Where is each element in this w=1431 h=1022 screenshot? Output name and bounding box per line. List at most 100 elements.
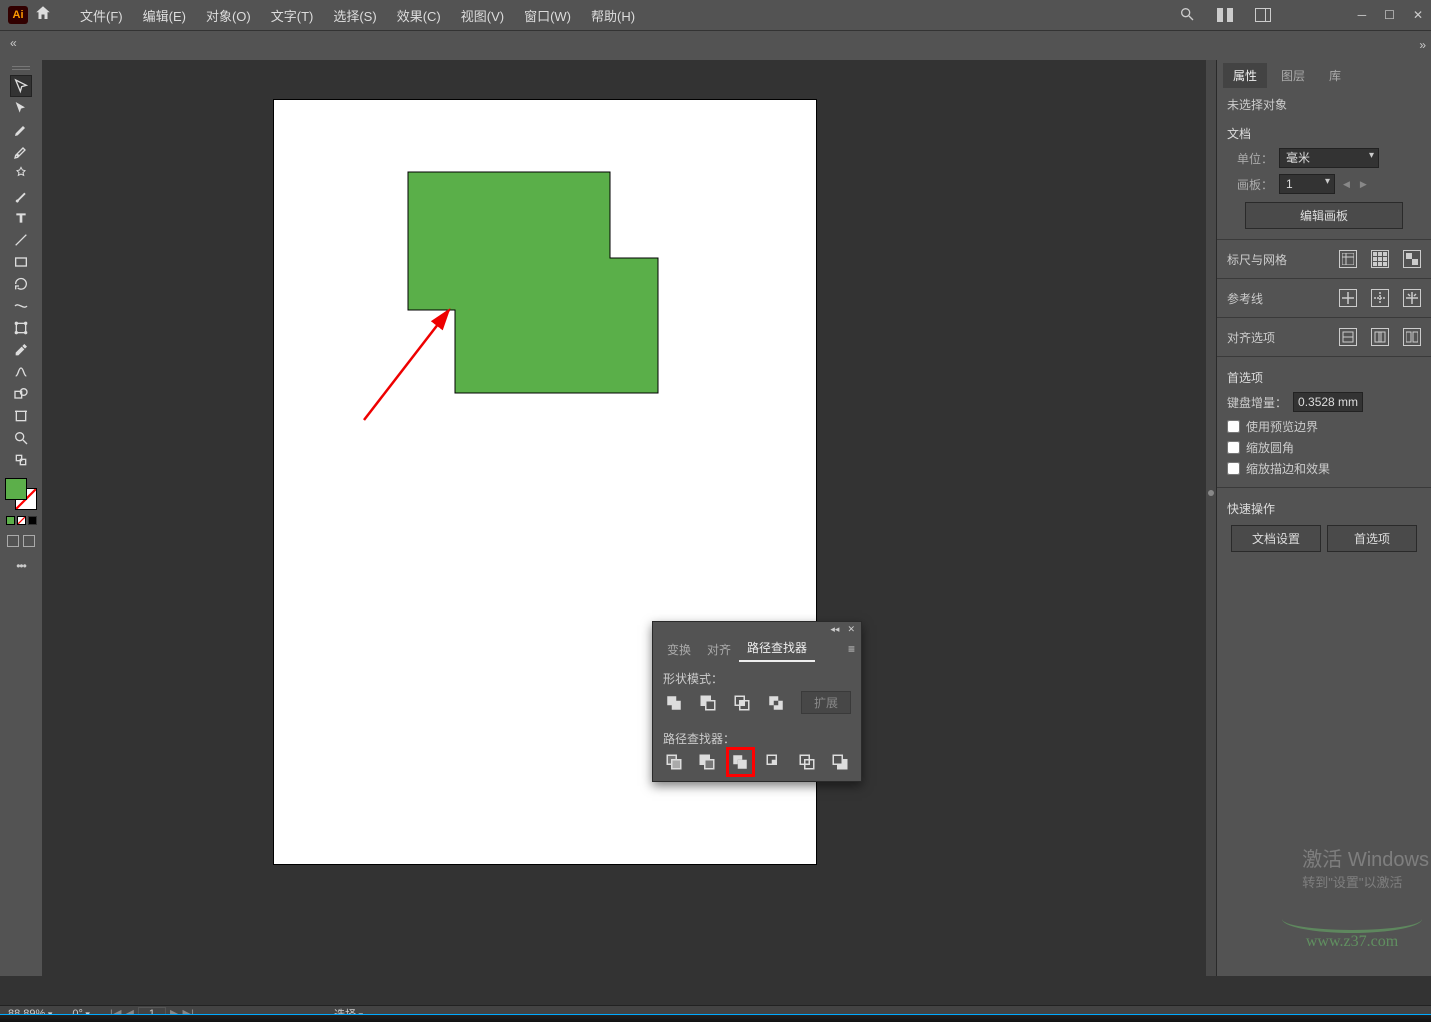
tab-libraries[interactable]: 库 <box>1319 63 1351 88</box>
free-transform-tool[interactable] <box>11 318 31 338</box>
annotation-arrow-icon <box>354 300 464 430</box>
intersect-button[interactable] <box>731 692 753 714</box>
scale-strokes-checkbox[interactable]: 缩放描边和效果 <box>1227 460 1421 477</box>
minus-front-button[interactable] <box>697 692 719 714</box>
selection-tool[interactable] <box>11 76 31 96</box>
arrange-documents-icon[interactable] <box>1217 8 1233 22</box>
crop-button[interactable] <box>763 751 784 773</box>
fill-stroke-swatches[interactable] <box>5 478 37 510</box>
window-minimize-icon[interactable]: ─ <box>1358 8 1367 22</box>
toolbar-grip-icon[interactable] <box>5 64 37 72</box>
tab-properties[interactable]: 属性 <box>1223 63 1267 88</box>
mini-color-icon[interactable] <box>6 516 15 525</box>
menu-edit[interactable]: 编辑(E) <box>133 6 196 25</box>
panel-title-bar[interactable]: ◂◂ ✕ <box>653 622 861 636</box>
toolbar-collapse-icon[interactable]: « <box>10 36 24 50</box>
zoom-tool[interactable] <box>11 428 31 448</box>
guides-lock-icon[interactable] <box>1371 289 1389 307</box>
artboard-select[interactable]: 1 <box>1279 174 1335 194</box>
drawing-mode-icons <box>7 535 35 547</box>
blend-tool[interactable] <box>11 362 31 382</box>
snap-point-icon[interactable] <box>1371 328 1389 346</box>
document-setup-button[interactable]: 文档设置 <box>1231 525 1321 552</box>
mini-gradient-icon[interactable] <box>28 516 37 525</box>
tab-transform[interactable]: 变换 <box>659 637 699 662</box>
draw-normal-icon[interactable] <box>7 535 19 547</box>
search-icon[interactable] <box>1179 6 1195 25</box>
line-tool[interactable] <box>11 230 31 250</box>
edit-toolbar-icon[interactable]: ••• <box>16 559 26 573</box>
trim-button[interactable] <box>696 751 717 773</box>
prev-artboard-icon[interactable]: ◀ <box>1343 179 1350 190</box>
ruler-icon[interactable] <box>1339 250 1357 268</box>
divide-button[interactable] <box>663 751 684 773</box>
scale-corners-checkbox[interactable]: 缩放圆角 <box>1227 439 1421 456</box>
panel-collapse-icon[interactable]: ◂◂ <box>830 624 839 635</box>
minus-back-button[interactable] <box>830 751 851 773</box>
preferences-button[interactable]: 首选项 <box>1327 525 1417 552</box>
panel-close-icon[interactable]: ✕ <box>847 624 855 635</box>
direct-selection-tool[interactable] <box>11 98 31 118</box>
menu-window[interactable]: 窗口(W) <box>514 6 581 25</box>
hand-tool[interactable] <box>11 450 31 470</box>
unite-button[interactable] <box>663 692 685 714</box>
tab-align[interactable]: 对齐 <box>699 637 739 662</box>
snap-grid-icon[interactable] <box>1403 328 1421 346</box>
pathfinder-panel[interactable]: ◂◂ ✕ 变换 对齐 路径查找器 ≡ 形状模式： 扩展 路径查找器： <box>652 621 862 782</box>
guides-toggle-icon[interactable] <box>1339 289 1357 307</box>
shape-modes-row: 扩展 <box>653 691 861 722</box>
grid-icon[interactable] <box>1371 250 1389 268</box>
artboard-tool[interactable] <box>11 406 31 426</box>
home-icon[interactable] <box>34 4 52 27</box>
tab-layers[interactable]: 图层 <box>1271 63 1315 88</box>
units-select[interactable]: 毫米 <box>1279 148 1379 168</box>
no-selection-label: 未选择对象 <box>1227 96 1421 113</box>
next-artboard-icon[interactable]: ▶ <box>1360 179 1367 190</box>
fill-swatch[interactable] <box>5 478 27 500</box>
menu-help[interactable]: 帮助(H) <box>581 6 645 25</box>
pathfinder-panel-tabs: 变换 对齐 路径查找器 ≡ <box>653 636 861 662</box>
right-panel-dock: 属性 图层 库 未选择对象 文档 单位： 毫米 画板： 1 ◀ ▶ 编辑画板 标… <box>1206 60 1431 976</box>
edit-artboards-button[interactable]: 编辑画板 <box>1245 202 1403 229</box>
rotate-tool[interactable] <box>11 274 31 294</box>
menu-object[interactable]: 对象(O) <box>196 6 261 25</box>
draw-behind-icon[interactable] <box>23 535 35 547</box>
menu-effect[interactable]: 效果(C) <box>387 6 451 25</box>
menu-view[interactable]: 视图(V) <box>451 6 514 25</box>
curvature-tool[interactable] <box>11 142 31 162</box>
canvas-area[interactable]: ◂◂ ✕ 变换 对齐 路径查找器 ≡ 形状模式： 扩展 路径查找器： <box>42 60 1206 976</box>
width-tool[interactable] <box>11 296 31 316</box>
snap-pixel-icon[interactable] <box>1339 328 1357 346</box>
workspace-switcher-icon[interactable] <box>1255 8 1271 22</box>
smart-guides-icon[interactable] <box>1403 289 1421 307</box>
exclude-button[interactable] <box>765 692 787 714</box>
window-close-icon[interactable]: ✕ <box>1413 8 1423 22</box>
expand-button[interactable]: 扩展 <box>801 691 851 714</box>
keyboard-increment-input[interactable] <box>1293 392 1363 412</box>
merge-button[interactable] <box>730 751 751 773</box>
menu-type[interactable]: 文字(T) <box>261 6 324 25</box>
preview-bounds-checkbox[interactable]: 使用预览边界 <box>1227 418 1421 435</box>
rectangle-tool[interactable] <box>11 252 31 272</box>
window-controls: ─ ☐ ✕ <box>1358 0 1423 30</box>
eyedropper-tool[interactable] <box>11 340 31 360</box>
pen-tool[interactable] <box>11 120 31 140</box>
panel-collapse-icon[interactable]: » <box>1419 38 1426 52</box>
type-tool[interactable] <box>11 208 31 228</box>
panel-menu-icon[interactable]: ≡ <box>848 642 855 656</box>
section-prefs-title: 首选项 <box>1227 369 1421 386</box>
mini-none-icon[interactable] <box>17 516 26 525</box>
shape-builder-tool[interactable] <box>11 384 31 404</box>
menu-file[interactable]: 文件(F) <box>70 6 133 25</box>
transparency-grid-icon[interactable] <box>1403 250 1421 268</box>
shape-modes-label: 形状模式： <box>653 662 861 691</box>
units-label: 单位： <box>1227 150 1273 167</box>
tab-pathfinder[interactable]: 路径查找器 <box>739 635 815 662</box>
window-maximize-icon[interactable]: ☐ <box>1384 8 1395 22</box>
magic-wand-tool[interactable] <box>11 164 31 184</box>
paintbrush-tool[interactable] <box>11 186 31 206</box>
right-dock-handle[interactable] <box>1206 60 1216 976</box>
site-watermark: www.z37.com <box>1277 905 1427 961</box>
menu-select[interactable]: 选择(S) <box>323 6 386 25</box>
outline-button[interactable] <box>796 751 817 773</box>
